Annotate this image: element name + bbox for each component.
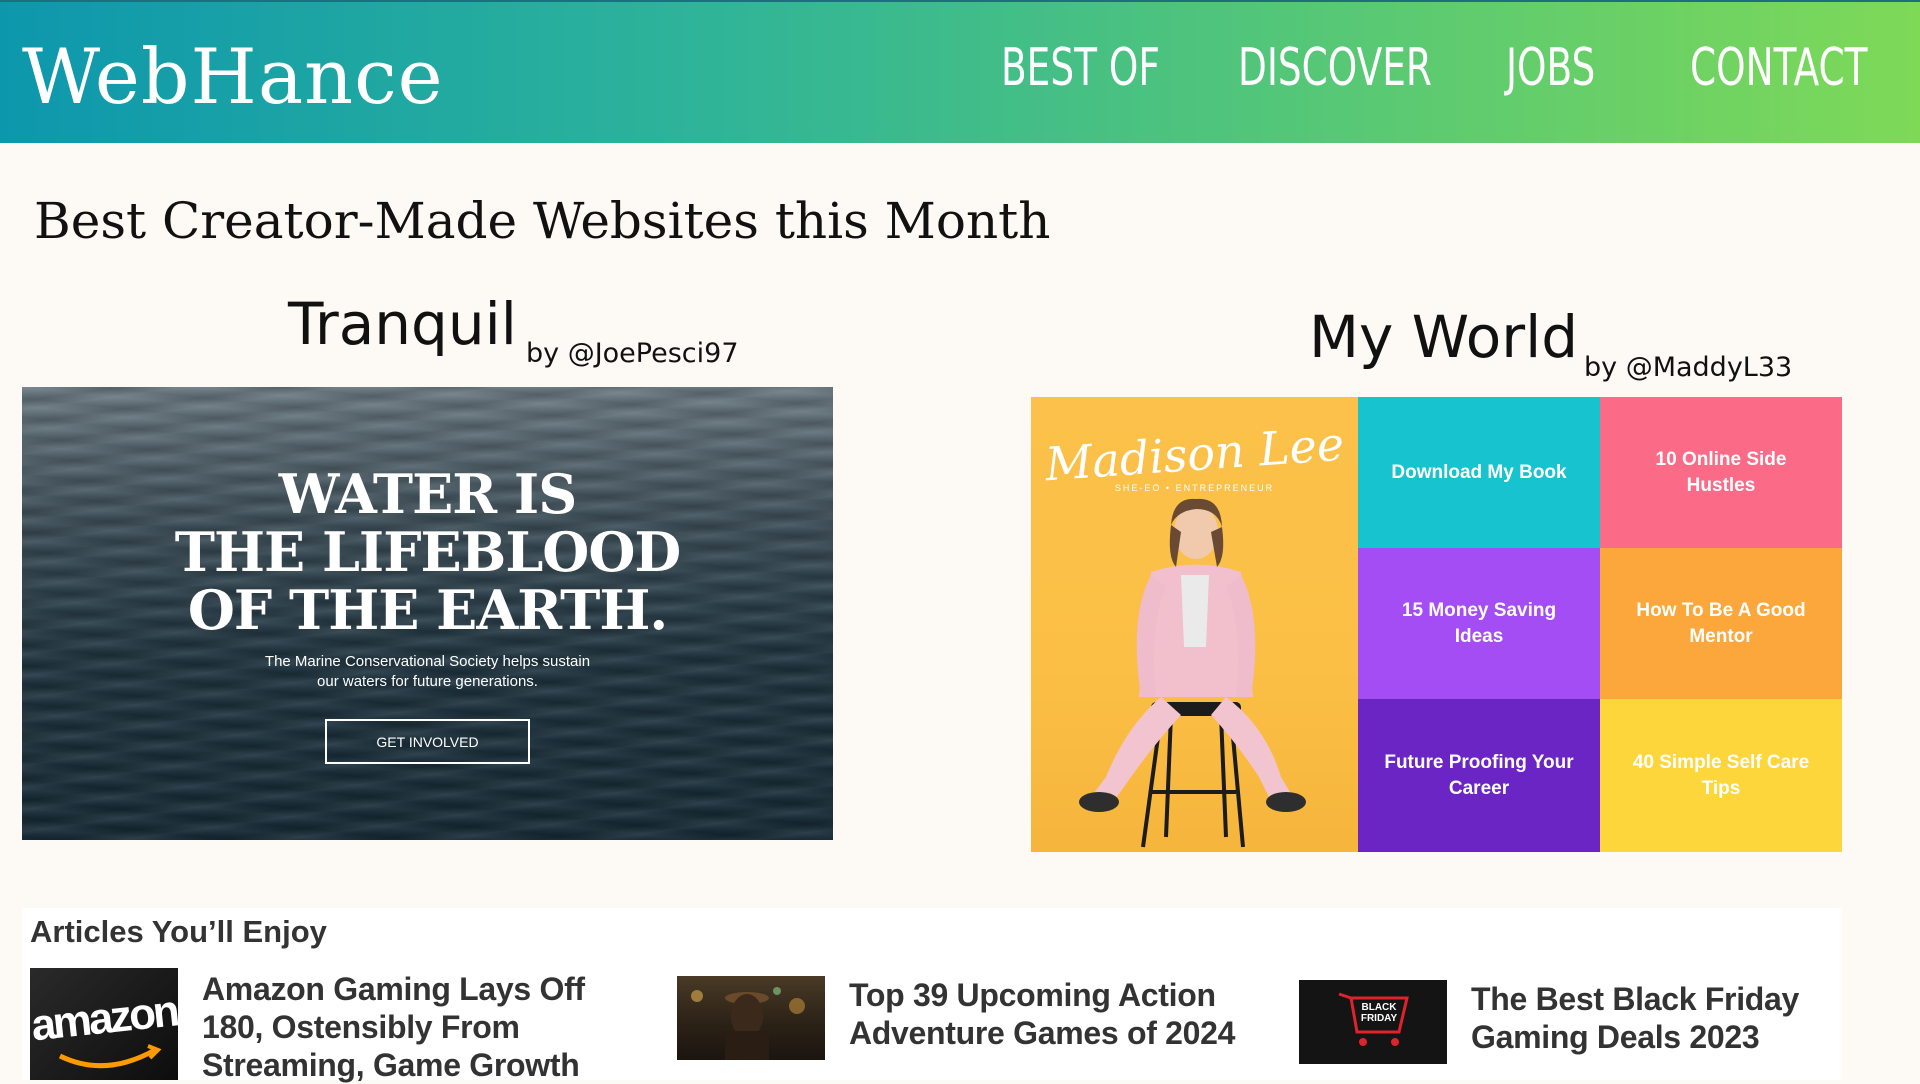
subtext-line-2: our waters for future generations.: [317, 673, 538, 690]
showcase-author-tranquil[interactable]: by @JoePesci97: [526, 338, 739, 369]
article-thumbnail[interactable]: amazon: [30, 968, 178, 1080]
get-involved-button[interactable]: GET INVOLVED: [325, 719, 530, 764]
tile-money-saving-ideas[interactable]: 15 Money Saving Ideas: [1358, 548, 1600, 699]
person-illustration: [1079, 498, 1306, 848]
amazon-smile-icon: [58, 1044, 162, 1069]
showcase-title-my-world[interactable]: My World: [1309, 303, 1578, 371]
preview-subtext: The Marine Conservational Society helps …: [22, 652, 833, 692]
headline-line-3: OF THE EARTH.: [187, 578, 668, 642]
headline-line-2: THE LIFEBLOOD: [174, 520, 681, 584]
tile-future-proofing[interactable]: Future Proofing Your Career: [1358, 699, 1600, 852]
article-card[interactable]: BLACK FRIDAY The Best Black Friday Gamin…: [1299, 980, 1839, 1070]
tile-self-care-tips[interactable]: 40 Simple Self Care Tips: [1600, 699, 1842, 852]
site-header: WebHance BEST OF DISCOVER JOBS CONTACT: [0, 0, 1920, 143]
tile-download-my-book[interactable]: Download My Book: [1358, 397, 1600, 548]
page-title: Best Creator-Made Websites this Month: [34, 192, 1051, 250]
article-card[interactable]: amazon Amazon Gaming Lays Off 180, Osten…: [30, 968, 630, 1083]
articles-heading: Articles You’ll Enjoy: [30, 914, 327, 949]
nav-contact[interactable]: CONTACT: [1690, 38, 1868, 98]
articles-section: Articles You’ll Enjoy amazon Amazon Gami…: [22, 908, 1842, 1083]
showcase-preview-my-world[interactable]: Madison Lee SHE-EO • ENTREPRENEUR Downlo…: [1031, 397, 1842, 852]
article-card[interactable]: Top 39 Upcoming Action Adventure Games o…: [677, 976, 1277, 1066]
showcase-title-tranquil[interactable]: Tranquil: [288, 290, 517, 358]
nav-jobs[interactable]: JOBS: [1506, 38, 1595, 98]
subtext-line-1: The Marine Conservational Society helps …: [264, 653, 591, 670]
article-thumbnail[interactable]: [677, 976, 825, 1060]
article-title[interactable]: Amazon Gaming Lays Off 180, Ostensibly F…: [202, 970, 632, 1084]
black-friday-label: BLACK FRIDAY: [1360, 1002, 1398, 1024]
showcase-preview-tranquil[interactable]: WATER IS THE LIFEBLOOD OF THE EARTH. The…: [22, 387, 833, 840]
article-title[interactable]: Top 39 Upcoming Action Adventure Games o…: [849, 976, 1279, 1052]
headline-line-1: WATER IS: [278, 462, 577, 526]
site-logo[interactable]: WebHance: [22, 32, 444, 121]
tile-good-mentor[interactable]: How To Be A Good Mentor: [1600, 548, 1842, 699]
article-thumbnail[interactable]: BLACK FRIDAY: [1299, 980, 1447, 1064]
tile-online-side-hustles[interactable]: 10 Online Side Hustles: [1600, 397, 1842, 548]
showcase-author-my-world[interactable]: by @MaddyL33: [1584, 352, 1792, 383]
preview-headline: WATER IS THE LIFEBLOOD OF THE EARTH.: [22, 465, 833, 639]
article-title[interactable]: The Best Black Friday Gaming Deals 2023: [1471, 980, 1851, 1056]
nav-discover[interactable]: DISCOVER: [1238, 38, 1432, 98]
nav-best-of[interactable]: BEST OF: [1001, 38, 1160, 98]
profile-photo: Madison Lee SHE-EO • ENTREPRENEUR: [1031, 397, 1358, 852]
cowboy-scene-icon: [691, 987, 805, 1060]
